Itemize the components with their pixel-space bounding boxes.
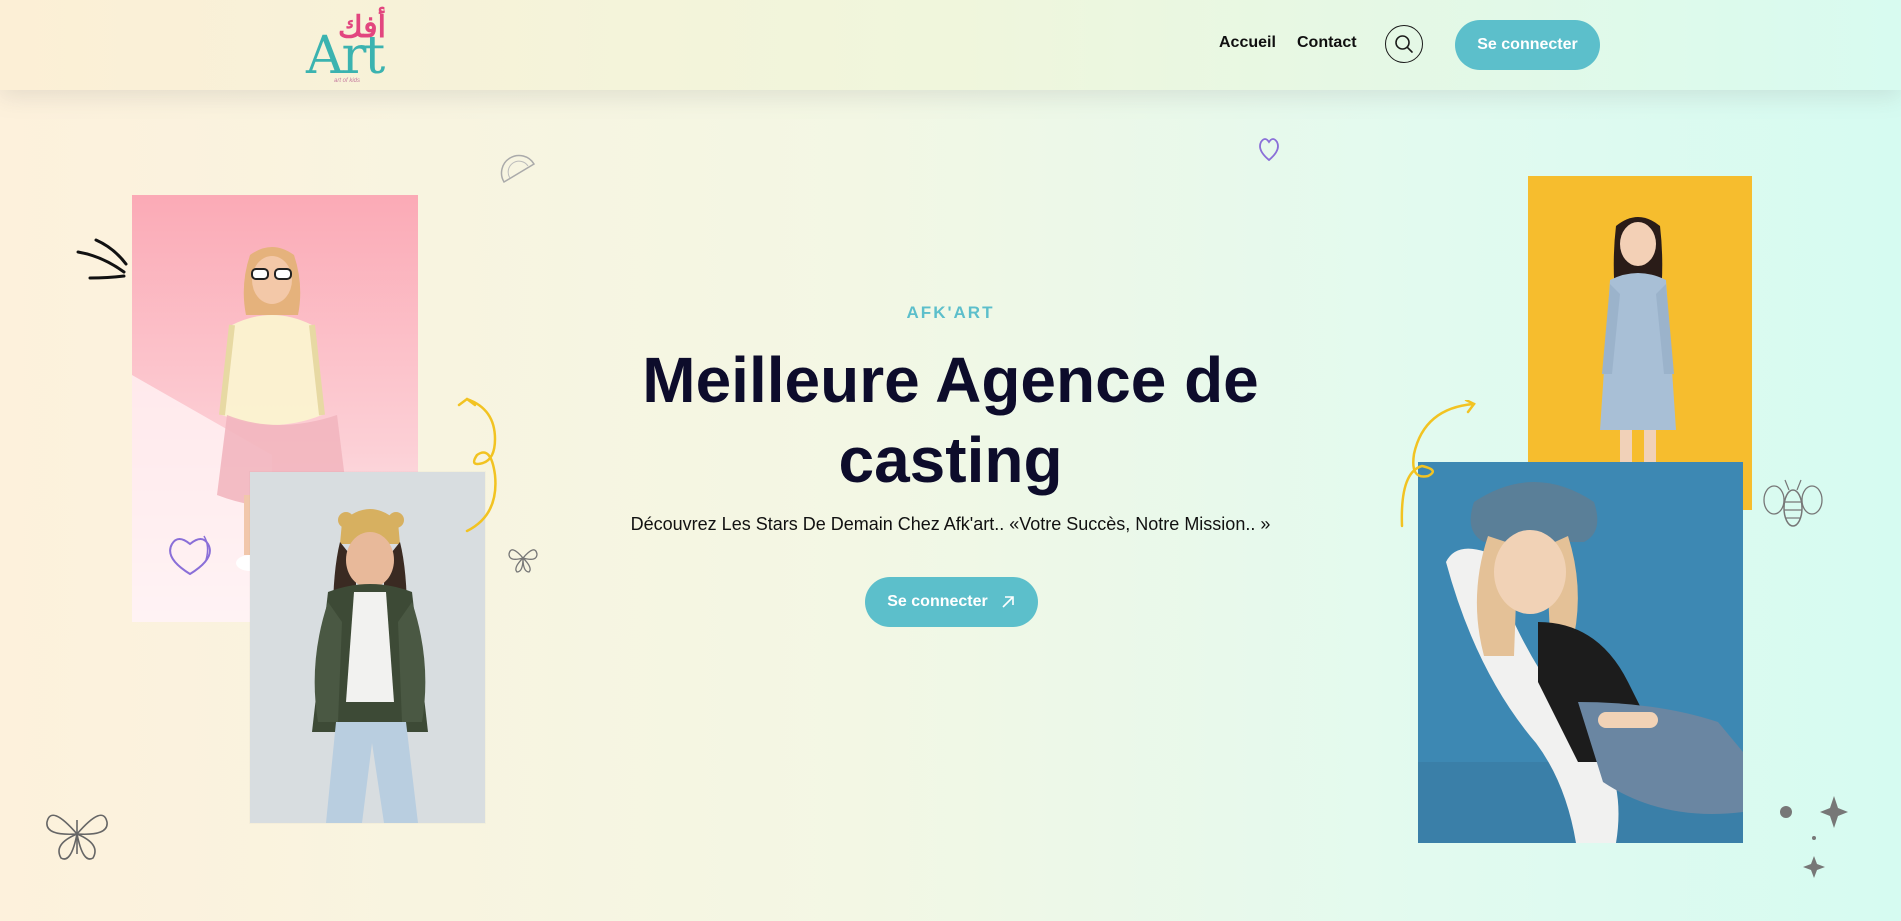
hero-login-button[interactable]: Se connecter — [865, 577, 1038, 627]
hero-title-line-1: Meilleure Agence de — [642, 344, 1259, 416]
hero-login-label: Se connecter — [887, 593, 988, 610]
hero-title-line-2: casting — [838, 424, 1063, 496]
brand-logo[interactable]: أفك Art art of kids — [306, 8, 406, 86]
search-button[interactable] — [1385, 25, 1423, 63]
logo-latin-text: Art — [306, 26, 385, 86]
header-login-button[interactable]: Se connecter — [1455, 20, 1600, 70]
hero-title: Meilleure Agence de casting — [600, 340, 1301, 500]
motion-lines-icon — [76, 238, 128, 280]
butterfly-large-icon — [46, 814, 108, 860]
sparkles-icon — [1780, 796, 1848, 878]
bee-icon — [1763, 479, 1823, 527]
logo-tagline: art of kids — [334, 78, 361, 84]
arrow-up-right-icon — [1002, 596, 1014, 608]
nav-contact-link[interactable]: Contact — [1297, 34, 1357, 52]
butterfly-small-icon — [508, 549, 538, 573]
heart-outline-icon — [1259, 138, 1279, 162]
nav-accueil-link[interactable]: Accueil — [1219, 34, 1276, 52]
search-icon — [1395, 35, 1413, 53]
curly-arrow-right-icon — [1400, 400, 1476, 528]
heart-doodle-icon — [169, 535, 211, 576]
hero-eyebrow: AFK'ART — [906, 303, 995, 322]
site-header: أفك Art art of kids Accueil Contact Se c… — [0, 0, 1901, 90]
curly-arrow-left-icon — [457, 397, 497, 533]
protractor-icon — [500, 154, 536, 184]
girl-denim-dress-photo — [1528, 176, 1752, 510]
hero-subtitle: Découvrez Les Stars De Demain Chez Afk'a… — [630, 514, 1271, 534]
